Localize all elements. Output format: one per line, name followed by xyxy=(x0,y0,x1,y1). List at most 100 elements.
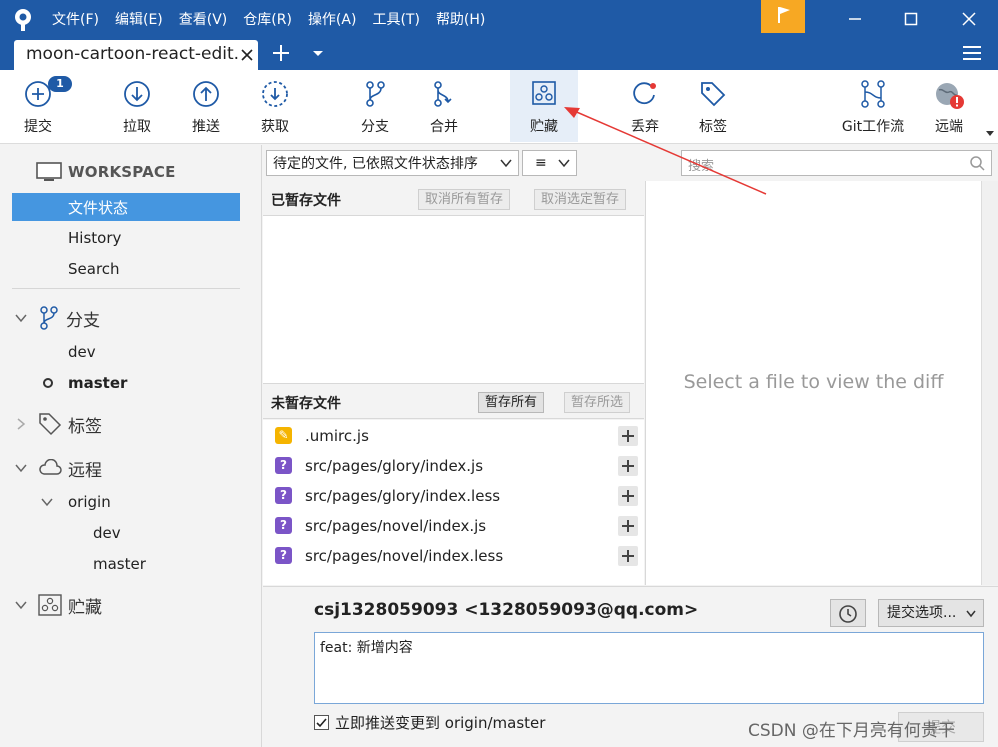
sidebar-branch-dev[interactable]: dev xyxy=(68,338,96,366)
menu-repository[interactable]: 仓库(R) xyxy=(235,9,300,29)
push-label: 推送 xyxy=(192,119,220,135)
commit-message-input[interactable]: feat: 新增内容 xyxy=(314,632,984,704)
diff-scrollbar[interactable] xyxy=(981,181,998,585)
branch-icon xyxy=(40,306,58,330)
close-window-button[interactable] xyxy=(954,4,984,34)
merge-icon xyxy=(434,81,452,107)
menu-view[interactable]: 查看(V) xyxy=(171,9,236,29)
hamburger-menu-icon[interactable] xyxy=(962,44,982,62)
stage-file-button[interactable] xyxy=(618,486,638,506)
maximize-button[interactable] xyxy=(896,4,926,34)
menu-help[interactable]: 帮助(H) xyxy=(428,9,493,29)
plus-icon xyxy=(622,550,634,562)
push-checkbox[interactable] xyxy=(314,714,329,730)
sidebar-item-search[interactable]: Search xyxy=(68,255,120,283)
menu-file[interactable]: 文件(F) xyxy=(44,9,107,29)
stage-selected-button[interactable]: 暂存所选 xyxy=(564,392,631,413)
remotes-label: 远程 xyxy=(68,460,102,481)
fetch-button[interactable]: 获取 xyxy=(246,70,304,142)
history-label: History xyxy=(68,229,122,247)
minimize-button[interactable] xyxy=(840,4,870,34)
untracked-file-icon: ? xyxy=(275,487,292,504)
chevron-down-icon xyxy=(41,498,53,507)
unstaged-files-header: 未暂存文件 暂存所有 暂存所选 xyxy=(263,385,644,419)
stage-file-button[interactable] xyxy=(618,426,638,446)
sidebar-section-remotes[interactable]: 远程 xyxy=(14,454,102,482)
title-bar: 文件(F) 编辑(E) 查看(V) 仓库(R) 操作(A) 工具(T) 帮助(H… xyxy=(0,0,998,38)
commit-button[interactable]: 1 提交 xyxy=(6,70,72,142)
merge-button[interactable]: 合并 xyxy=(415,70,473,142)
menu-edit[interactable]: 编辑(E) xyxy=(107,9,171,29)
commit-message-text: feat: 新增内容 xyxy=(320,640,413,656)
add-tab-icon[interactable] xyxy=(270,42,292,64)
branch-name: dev xyxy=(68,343,96,361)
list-item[interactable]: ? src/pages/glory/index.less xyxy=(263,481,644,511)
stage-all-button[interactable]: 暂存所有 xyxy=(478,392,545,413)
push-button[interactable]: 推送 xyxy=(177,70,235,142)
monitor-icon xyxy=(36,162,62,181)
file-sort-dropdown[interactable]: 待定的文件, 已依照文件状态排序 xyxy=(266,150,519,176)
tab-dropdown-icon[interactable] xyxy=(312,50,324,58)
diff-placeholder: Select a file to view the diff xyxy=(683,371,944,393)
menu-tools[interactable]: 工具(T) xyxy=(364,9,427,29)
workspace-header: WORKSPACE xyxy=(36,158,176,186)
sidebar-item-history[interactable]: History xyxy=(68,224,121,252)
chevron-down-icon xyxy=(966,610,976,618)
plus-icon xyxy=(622,460,634,472)
gitflow-button[interactable]: Git工作流 xyxy=(834,70,912,142)
unstage-all-button[interactable]: 取消所有暂存 xyxy=(418,189,511,210)
stage-file-button[interactable] xyxy=(618,456,638,476)
menu-actions[interactable]: 操作(A) xyxy=(300,9,365,29)
sidebar-remote-branch-dev[interactable]: dev xyxy=(93,519,121,547)
commit-history-button[interactable] xyxy=(830,599,866,627)
list-item[interactable]: ? src/pages/novel/index.less xyxy=(263,541,644,571)
chevron-down-icon xyxy=(15,464,27,473)
chevron-down-icon xyxy=(500,159,512,168)
push-immediately-option[interactable]: 立即推送变更到 origin/master xyxy=(314,712,545,732)
sidebar-section-tags[interactable]: 标签 xyxy=(14,410,102,438)
commit-label: 提交 xyxy=(24,119,52,135)
commit-author: csj1328059093 <1328059093@qq.com> xyxy=(314,600,699,620)
sidebar-remote-origin[interactable]: origin xyxy=(40,488,111,516)
stash-icon xyxy=(38,594,62,616)
push-label: 立即推送变更到 origin/master xyxy=(335,713,546,732)
close-tab-icon[interactable] xyxy=(240,48,254,62)
file-sort-label: 待定的文件, 已依照文件状态排序 xyxy=(273,156,478,172)
stage-file-button[interactable] xyxy=(618,516,638,536)
untracked-file-icon: ? xyxy=(275,547,292,564)
list-item[interactable]: ✎ .umirc.js xyxy=(263,421,644,451)
branch-label: 分支 xyxy=(361,119,389,135)
sidebar-remote-branch-master[interactable]: master xyxy=(93,550,146,578)
tags-label: 标签 xyxy=(68,416,102,437)
sidebar-divider xyxy=(12,288,240,289)
list-item[interactable]: ? src/pages/novel/index.js xyxy=(263,511,644,541)
chevron-right-icon xyxy=(17,418,26,430)
notification-flag-button[interactable] xyxy=(761,0,805,33)
tag-icon xyxy=(39,413,62,436)
toolbar: 1 提交 拉取 推送 获取 分支 合并 贮藏 丢弃 标签 Git工作流 远端 xyxy=(0,70,998,144)
stashes-label: 贮藏 xyxy=(68,597,102,618)
fetch-icon xyxy=(262,81,288,107)
gitflow-label: Git工作流 xyxy=(841,119,905,135)
branch-button[interactable]: 分支 xyxy=(346,70,404,142)
search-icon xyxy=(970,156,985,171)
sidebar-section-branches[interactable]: 分支 xyxy=(14,304,100,332)
branch-name: master xyxy=(68,374,128,392)
toolbar-overflow-icon[interactable] xyxy=(985,130,995,138)
tab-bar: moon-cartoon-react-edit. xyxy=(0,38,998,70)
clock-icon xyxy=(839,605,857,623)
menu-bar: 文件(F) 编辑(E) 查看(V) 仓库(R) 操作(A) 工具(T) 帮助(H… xyxy=(44,0,493,38)
sidebar-item-file-status[interactable]: 文件状态 xyxy=(12,193,240,221)
remote-button[interactable]: 远端 xyxy=(922,70,976,142)
list-item[interactable]: ? src/pages/glory/index.js xyxy=(263,451,644,481)
repo-tab[interactable]: moon-cartoon-react-edit. xyxy=(14,40,258,70)
maximize-icon xyxy=(904,12,918,26)
origin-label: origin xyxy=(68,493,111,511)
stage-file-button[interactable] xyxy=(618,546,638,566)
pull-button[interactable]: 拉取 xyxy=(108,70,166,142)
sidebar-section-stashes[interactable]: 贮藏 xyxy=(14,591,102,619)
file-name: .umirc.js xyxy=(305,427,369,445)
current-branch-icon xyxy=(43,378,53,388)
sidebar-branch-master[interactable]: master xyxy=(42,369,127,397)
commit-options-dropdown[interactable]: 提交选项... xyxy=(878,599,984,627)
